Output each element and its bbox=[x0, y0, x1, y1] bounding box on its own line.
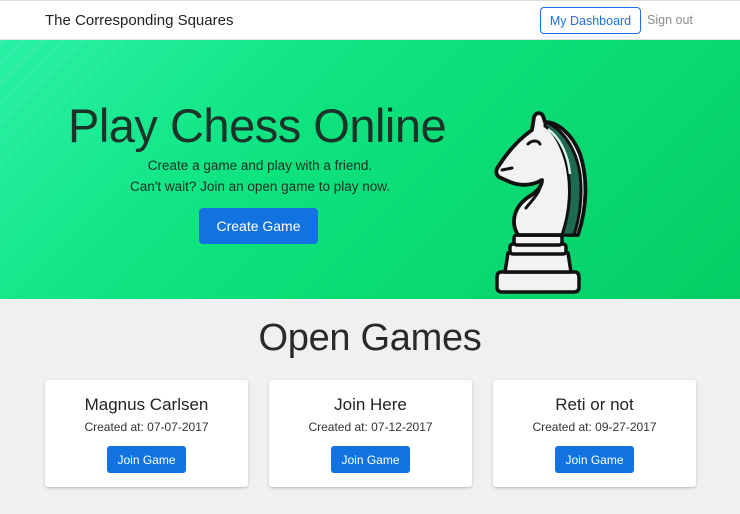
join-game-button[interactable]: Join Game bbox=[555, 446, 634, 473]
game-created-date: Created at: 09-27-2017 bbox=[532, 420, 657, 434]
game-card: Reti or not Created at: 09-27-2017 Join … bbox=[493, 380, 696, 487]
game-name: Reti or not bbox=[555, 395, 634, 414]
hero-title: Play Chess Online bbox=[68, 99, 447, 152]
sign-out-link[interactable]: Sign out bbox=[647, 13, 693, 27]
hero-banner: Play Chess Online Create a game and play… bbox=[0, 40, 740, 299]
join-game-button[interactable]: Join Game bbox=[331, 446, 410, 473]
navbar: The Corresponding Squares My Dashboard S… bbox=[0, 0, 740, 40]
create-game-button[interactable]: Create Game bbox=[199, 208, 318, 244]
open-games-heading: Open Games bbox=[258, 317, 482, 359]
game-card: Join Here Created at: 07-12-2017 Join Ga… bbox=[269, 380, 472, 487]
game-name: Magnus Carlsen bbox=[84, 395, 209, 414]
game-created-date: Created at: 07-12-2017 bbox=[308, 420, 433, 434]
hero-subtitle-line-2: Can't wait? Join an open game to play no… bbox=[130, 179, 390, 194]
brand-link[interactable]: The Corresponding Squares bbox=[45, 12, 233, 29]
hero-subtitle-line-1: Create a game and play with a friend. bbox=[147, 158, 373, 173]
game-card: Magnus Carlsen Created at: 07-07-2017 Jo… bbox=[45, 380, 248, 487]
game-created-date: Created at: 07-07-2017 bbox=[84, 420, 209, 434]
chess-knight-icon bbox=[494, 111, 588, 294]
join-game-button[interactable]: Join Game bbox=[107, 446, 186, 473]
my-dashboard-button[interactable]: My Dashboard bbox=[540, 7, 641, 34]
game-name: Join Here bbox=[334, 395, 407, 414]
